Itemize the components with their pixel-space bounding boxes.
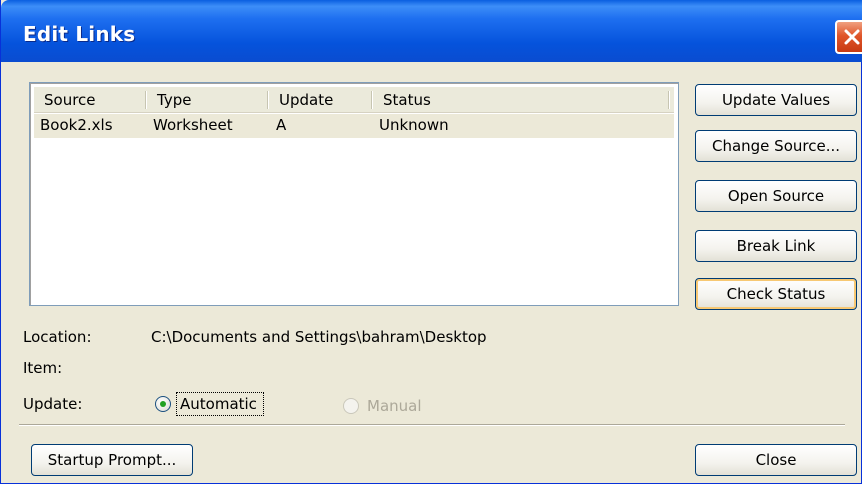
edit-links-dialog: Edit Links Source Type Update Status Boo… [0,0,862,484]
cell-source: Book2.xls [40,116,113,134]
close-button[interactable]: Close [695,444,857,476]
startup-prompt-button[interactable]: Startup Prompt... [31,444,193,476]
column-separator[interactable] [371,91,372,109]
column-separator[interactable] [668,91,669,109]
item-label: Item: [23,359,63,377]
change-source-button[interactable]: Change Source... [695,130,857,162]
check-status-button[interactable]: Check Status [695,278,857,310]
location-value: C:\Documents and Settings\bahram\Desktop [151,328,487,346]
column-separator[interactable] [145,91,146,109]
break-link-button[interactable]: Break Link [695,230,857,262]
title-bar[interactable]: Edit Links [1,0,862,62]
close-icon [844,29,860,45]
automatic-radio[interactable] [155,396,171,412]
cell-type: Worksheet [153,116,233,134]
location-label: Location: [23,328,92,346]
table-row[interactable]: Book2.xls Worksheet A Unknown [34,114,674,138]
column-header-type[interactable]: Type [147,87,265,113]
links-list[interactable]: Source Type Update Status Book2.xls Work… [29,82,679,306]
column-separator[interactable] [267,91,268,109]
open-source-button[interactable]: Open Source [695,180,857,212]
cell-update: A [276,116,287,134]
cell-status: Unknown [379,116,449,134]
automatic-radio-label[interactable]: Automatic [180,395,257,413]
links-list-header: Source Type Update Status [34,87,674,113]
column-header-status[interactable]: Status [373,87,663,113]
update-label: Update: [23,395,83,413]
close-window-button[interactable] [835,20,862,54]
dialog-title: Edit Links [23,22,136,46]
update-values-button[interactable]: Update Values [695,84,857,116]
column-header-source[interactable]: Source [34,87,144,113]
manual-radio [343,398,359,414]
manual-radio-label: Manual [367,397,422,415]
column-header-update[interactable]: Update [269,87,369,113]
divider [19,424,845,426]
